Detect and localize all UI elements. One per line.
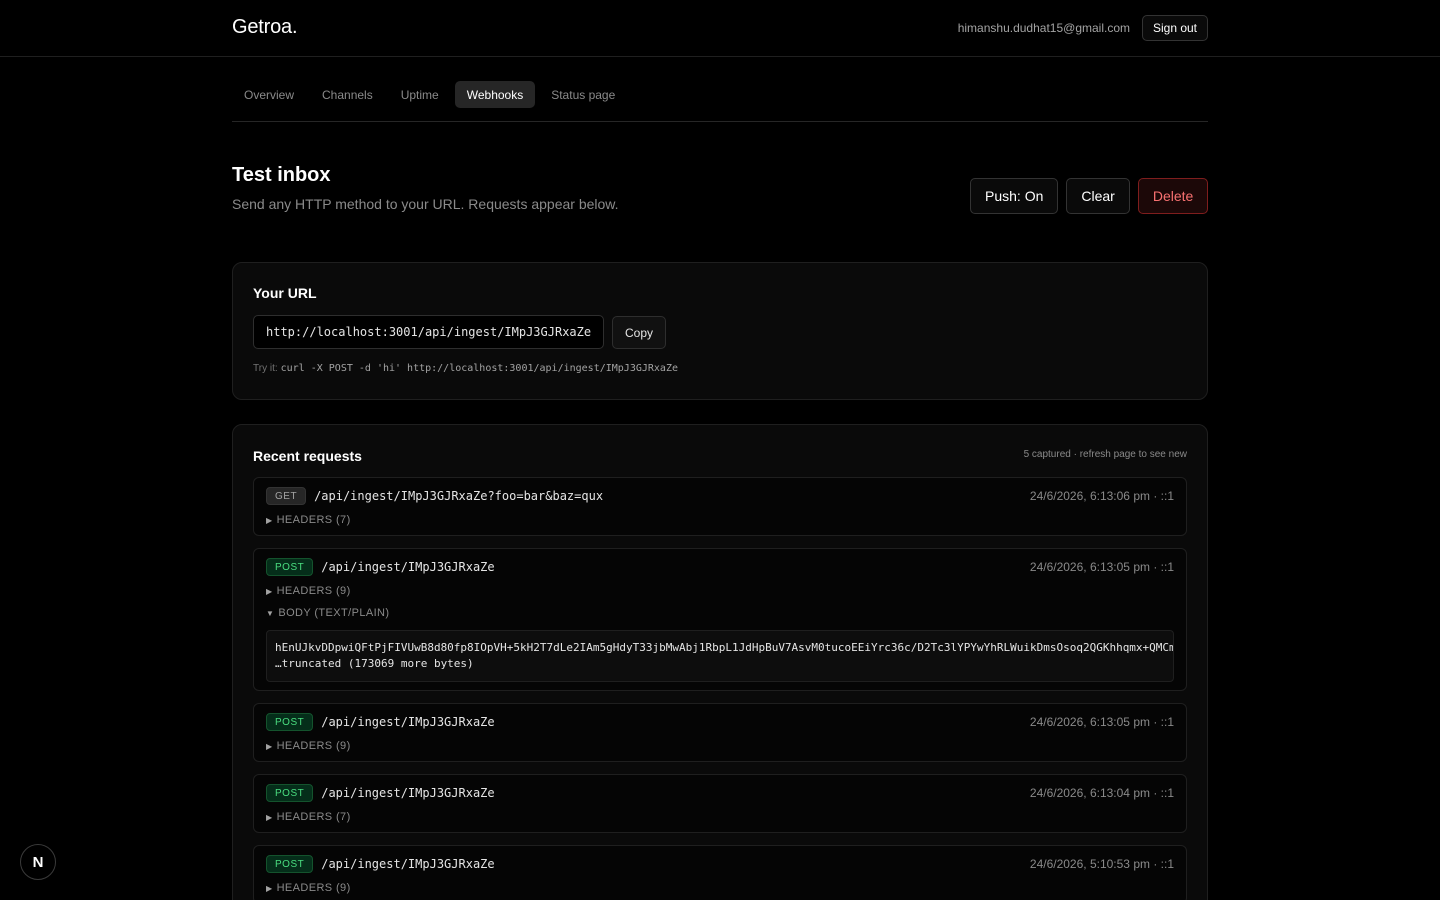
tab-status-page[interactable]: Status page <box>539 81 627 108</box>
request-path: /api/ingest/IMpJ3GJRxaZe <box>321 786 495 800</box>
tab-overview[interactable]: Overview <box>232 81 306 108</box>
triangle-right-icon: ▶ <box>266 515 273 525</box>
main-nav: Overview Channels Uptime Webhooks Status… <box>232 81 1208 122</box>
headers-label: HEADERS (7) <box>276 514 351 526</box>
body-content: hEnUJkvDDpwiQFtPjFIVUwB8d80fp8IOpVH+5kH2… <box>275 641 1174 654</box>
headers-label: HEADERS (7) <box>276 811 351 823</box>
method-badge: POST <box>266 855 314 873</box>
tab-channels[interactable]: Channels <box>310 81 385 108</box>
headers-label: HEADERS (9) <box>276 740 351 752</box>
headers-label: HEADERS (9) <box>276 882 351 894</box>
headers-toggle[interactable]: ▶ HEADERS (9) <box>266 584 1174 598</box>
headers-toggle[interactable]: ▶ HEADERS (9) <box>266 739 1174 753</box>
webhook-url-field[interactable]: http://localhost:3001/api/ingest/IMpJ3GJ… <box>253 315 604 349</box>
request-time: 24/6/2026, 6:13:04 pm · ::1 <box>1029 786 1174 800</box>
delete-button[interactable]: Delete <box>1137 178 1209 214</box>
method-badge: POST <box>266 713 314 731</box>
tab-uptime[interactable]: Uptime <box>389 81 451 108</box>
body-toggle[interactable]: ▼ BODY (TEXT/PLAIN) <box>266 606 1174 620</box>
page-subtitle: Send any HTTP method to your URL. Reques… <box>232 196 619 212</box>
nextjs-letter: N <box>32 853 44 871</box>
url-card: Your URL http://localhost:3001/api/inges… <box>232 262 1208 400</box>
request-item: GET /api/ingest/IMpJ3GJRxaZe?foo=bar&baz… <box>253 477 1187 536</box>
triangle-right-icon: ▶ <box>266 812 273 822</box>
headers-toggle[interactable]: ▶ HEADERS (9) <box>266 881 1174 895</box>
clear-button[interactable]: Clear <box>1066 178 1130 214</box>
nextjs-icon[interactable]: N <box>20 844 56 880</box>
brand-logo[interactable]: Getroa. <box>232 16 298 39</box>
request-list: GET /api/ingest/IMpJ3GJRxaZe?foo=bar&baz… <box>253 477 1187 900</box>
request-time: 24/6/2026, 6:13:05 pm · ::1 <box>1029 560 1174 574</box>
request-path: /api/ingest/IMpJ3GJRxaZe <box>321 560 495 574</box>
request-item: POST /api/ingest/IMpJ3GJRxaZe 24/6/2026,… <box>253 845 1187 900</box>
page-title: Test inbox <box>232 164 331 186</box>
try-it-label: Try it: <box>253 363 278 374</box>
sign-out-button[interactable]: Sign out <box>1142 15 1208 41</box>
user-email: himanshu.dudhat15@gmail.com <box>957 21 1130 35</box>
try-it-hint: Try it: curl -X POST -d 'hi' http://local… <box>253 363 678 374</box>
triangle-right-icon: ▶ <box>266 883 273 893</box>
request-item: POST /api/ingest/IMpJ3GJRxaZe 24/6/2026,… <box>253 548 1187 691</box>
triangle-down-icon: ▼ <box>266 608 275 618</box>
top-bar: Getroa. himanshu.dudhat15@gmail.com Sign… <box>0 0 1440 57</box>
body-label: BODY (TEXT/PLAIN) <box>278 607 390 619</box>
triangle-right-icon: ▶ <box>266 741 273 751</box>
headers-toggle[interactable]: ▶ HEADERS (7) <box>266 810 1174 824</box>
headers-label: HEADERS (9) <box>276 585 351 597</box>
tab-webhooks[interactable]: Webhooks <box>454 81 536 108</box>
headers-toggle[interactable]: ▶ HEADERS (7) <box>266 513 1174 527</box>
method-badge: POST <box>266 558 314 576</box>
request-body: hEnUJkvDDpwiQFtPjFIVUwB8d80fp8IOpVH+5kH2… <box>266 630 1174 682</box>
method-badge: POST <box>266 784 314 802</box>
try-it-command: curl -X POST -d 'hi' http://localhost:30… <box>280 363 678 374</box>
request-item: POST /api/ingest/IMpJ3GJRxaZe 24/6/2026,… <box>253 774 1187 833</box>
triangle-right-icon: ▶ <box>266 586 273 596</box>
copy-url-button[interactable]: Copy <box>612 316 666 349</box>
method-badge: GET <box>266 487 307 505</box>
request-time: 24/6/2026, 6:13:06 pm · ::1 <box>1029 489 1174 503</box>
request-time: 24/6/2026, 6:13:05 pm · ::1 <box>1029 715 1174 729</box>
push-toggle-button[interactable]: Push: On <box>970 178 1059 214</box>
requests-meta: 5 captured · refresh page to see new <box>1023 449 1187 460</box>
requests-card: Recent requests 5 captured · refresh pag… <box>232 424 1208 900</box>
request-path: /api/ingest/IMpJ3GJRxaZe <box>321 715 495 729</box>
page-actions: Push: On Clear Delete <box>970 178 1209 214</box>
body-truncated-note: …truncated (173069 more bytes) <box>275 657 474 670</box>
request-time: 24/6/2026, 5:10:53 pm · ::1 <box>1029 857 1174 871</box>
url-card-title: Your URL <box>253 285 317 301</box>
request-path: /api/ingest/IMpJ3GJRxaZe <box>321 857 495 871</box>
request-item: POST /api/ingest/IMpJ3GJRxaZe 24/6/2026,… <box>253 703 1187 762</box>
request-path: /api/ingest/IMpJ3GJRxaZe?foo=bar&baz=qux <box>314 489 604 503</box>
requests-title: Recent requests <box>253 448 362 464</box>
